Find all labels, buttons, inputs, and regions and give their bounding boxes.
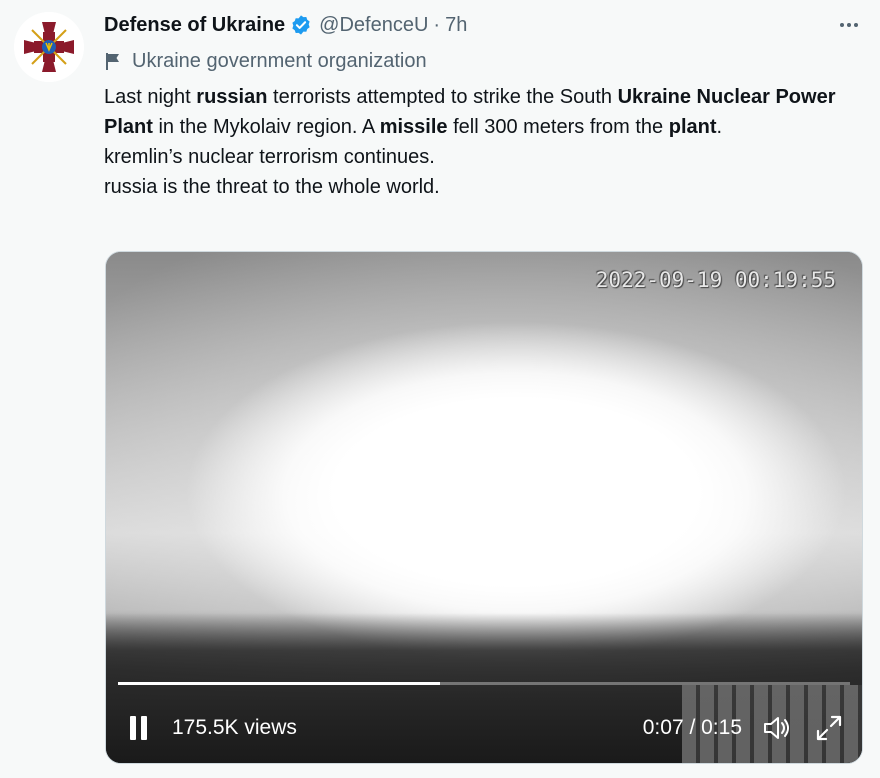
separator-dot: · [433, 13, 441, 36]
tweet-segment-bold: russian [196, 86, 268, 108]
more-options-button[interactable] [834, 14, 864, 36]
tweet-paragraph: Last night russian terrorists attempted … [104, 82, 874, 142]
video-time: 0:07 / 0:15 [642, 716, 742, 739]
tweet-segment: in the Mykolaiv region. A [152, 116, 380, 138]
affiliation-text: Ukraine government organization [132, 49, 427, 72]
tweet-segment: terrorists attempted to strike the South [267, 86, 618, 108]
flag-icon [106, 53, 119, 70]
defence-emblem-icon [14, 12, 84, 82]
tweet-segment-bold: plant [668, 116, 717, 138]
avatar[interactable] [14, 12, 84, 82]
video-progress-bar[interactable] [118, 682, 850, 685]
tweet-line: russia is the threat to the whole world. [104, 176, 440, 198]
tweet-line: kremlin’s nuclear terrorism continues. [104, 146, 435, 168]
tweet-timestamp[interactable]: 7h [445, 14, 467, 37]
tweet-segment: Last night [104, 86, 197, 108]
video-progress-fill [118, 682, 441, 685]
tweet-header: Defense of Ukraine @DefenceU · 7h [104, 11, 467, 39]
tweet-text: Last night russian terrorists attempted … [104, 82, 874, 202]
tweet-segment: . [716, 116, 723, 138]
tweet-segment: fell 300 meters from the [447, 116, 669, 138]
more-icon [840, 23, 844, 27]
video-player[interactable]: 2022-09-19 00:19:55 175.5K views 0:07 / … [105, 251, 863, 764]
affiliation-label: Ukraine government organization [104, 48, 427, 74]
video-timestamp-overlay: 2022-09-19 00:19:55 [595, 268, 836, 292]
video-controls: 175.5K views 0:07 / 0:15 [106, 693, 862, 763]
fullscreen-icon[interactable] [814, 713, 844, 743]
volume-icon[interactable] [762, 714, 792, 742]
author-name[interactable]: Defense of Ukraine [104, 14, 285, 37]
author-handle[interactable]: @DefenceU [319, 14, 428, 37]
view-count: 175.5K views [172, 716, 297, 739]
pause-icon [130, 716, 136, 740]
tweet-segment-bold: missile [379, 116, 448, 138]
verified-badge-icon [292, 15, 310, 35]
pause-button[interactable] [128, 716, 148, 740]
